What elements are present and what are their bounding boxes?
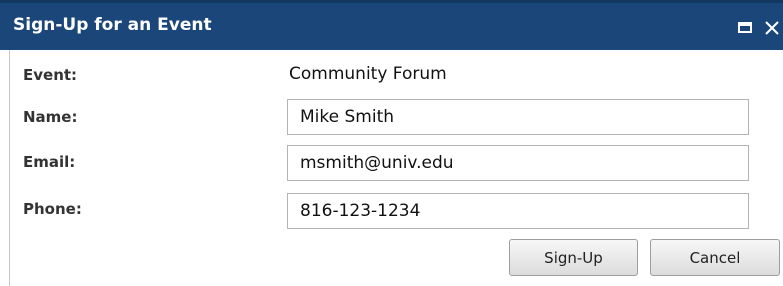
event-label: Event: <box>23 66 78 84</box>
dialog-titlebar: Sign-Up for an Event <box>0 0 783 50</box>
signup-button[interactable]: Sign-Up <box>509 239 638 276</box>
close-icon[interactable] <box>763 20 781 36</box>
cancel-button[interactable]: Cancel <box>650 239 780 276</box>
email-label: Email: <box>23 153 76 171</box>
maximize-icon[interactable] <box>737 20 755 36</box>
phone-label: Phone: <box>23 200 82 218</box>
signup-dialog: Sign-Up for an Event Event: Community Fo… <box>0 0 783 286</box>
name-label: Name: <box>23 108 78 126</box>
phone-field[interactable] <box>287 193 749 229</box>
name-field[interactable] <box>287 99 749 135</box>
dialog-title: Sign-Up for an Event <box>13 15 212 35</box>
event-value: Community Forum <box>289 64 447 84</box>
email-field[interactable] <box>287 145 749 181</box>
